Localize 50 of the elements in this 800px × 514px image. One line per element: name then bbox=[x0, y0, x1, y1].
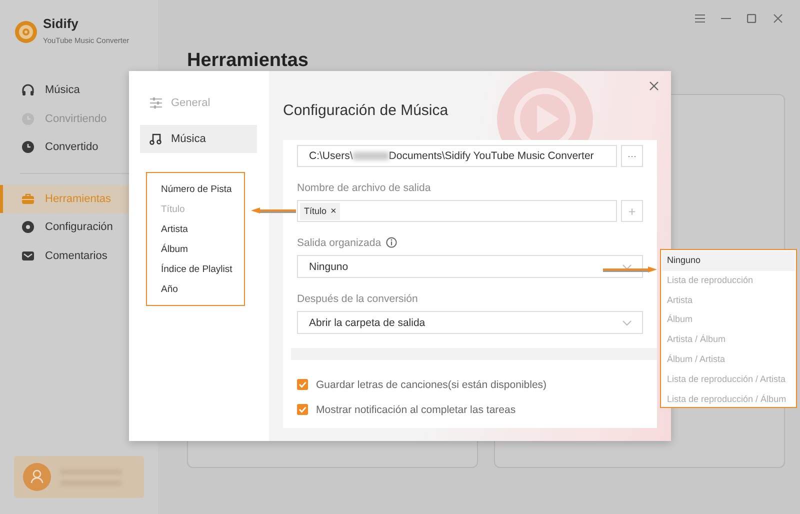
after-conversion-dropdown[interactable]: Abrir la carpeta de salida bbox=[297, 311, 643, 334]
settings-tab[interactable]: Música bbox=[140, 125, 257, 153]
filename-tags-field[interactable]: Título × bbox=[297, 200, 617, 222]
maximize-icon[interactable] bbox=[747, 14, 757, 23]
list-option[interactable]: Índice de Playlist bbox=[161, 260, 244, 280]
callout-arrow bbox=[603, 266, 657, 274]
dialog-title: Configuración de Música bbox=[283, 102, 450, 121]
path-text: Documents\Sidify YouTube Music Converter bbox=[388, 150, 594, 162]
dropdown-option[interactable]: Ninguno bbox=[662, 251, 795, 271]
field-label: Nombre de archivo de salida bbox=[297, 181, 432, 194]
organize-dropdown[interactable]: Ninguno bbox=[297, 255, 643, 278]
info-icon bbox=[386, 237, 398, 248]
list-option[interactable]: Año bbox=[161, 280, 244, 300]
chevron-down-icon bbox=[622, 264, 632, 270]
path-text: C:\Users\ bbox=[309, 150, 353, 162]
folder-path-field[interactable]: C:\Users\ Documents\Sidify YouTube Music Converter bbox=[297, 145, 617, 167]
field-label: Después de la conversión bbox=[297, 292, 419, 305]
gear-icon bbox=[21, 220, 35, 234]
checkbox[interactable] bbox=[297, 404, 308, 415]
redacted-text bbox=[352, 152, 389, 160]
sidebar-item[interactable]: Configuración bbox=[0, 213, 158, 242]
checkbox-label: Mostrar notificación al completar las tareas bbox=[316, 404, 516, 416]
avatar-icon bbox=[23, 463, 51, 491]
sidebar-item[interactable]: Comentarios bbox=[0, 242, 158, 270]
music-note-icon bbox=[149, 132, 163, 146]
field-label: Salida organizada bbox=[297, 236, 382, 248]
list-option[interactable]: Número de Pista bbox=[161, 180, 244, 200]
app-name: Sidify bbox=[43, 16, 80, 31]
close-icon[interactable] bbox=[649, 81, 659, 91]
toolbox-icon bbox=[21, 192, 35, 206]
remove-tag-button[interactable]: × bbox=[330, 206, 336, 216]
browse-button[interactable]: ··· bbox=[621, 145, 643, 167]
page-title: Herramientas bbox=[187, 50, 310, 72]
headphones-icon bbox=[21, 83, 35, 98]
clock-icon bbox=[21, 140, 35, 154]
envelope-icon bbox=[21, 248, 35, 263]
tag-label: Título bbox=[304, 206, 327, 216]
list-option[interactable]: Álbum bbox=[161, 240, 244, 260]
checkbox[interactable] bbox=[297, 379, 308, 390]
chevron-down-icon bbox=[622, 320, 632, 326]
select-value: Abrir la carpeta de salida bbox=[309, 316, 426, 328]
menu-icon[interactable] bbox=[695, 14, 705, 23]
checkbox-label: Guardar letras de canciones(si están disponibles) bbox=[316, 378, 547, 390]
callout-arrow bbox=[251, 207, 297, 215]
close-icon[interactable] bbox=[773, 14, 783, 23]
clock-icon bbox=[21, 112, 35, 126]
select-value: Ninguno bbox=[309, 260, 348, 272]
list-option[interactable]: Artista bbox=[161, 220, 244, 240]
disc-logo-icon bbox=[15, 21, 37, 43]
sliders-icon bbox=[149, 96, 163, 110]
